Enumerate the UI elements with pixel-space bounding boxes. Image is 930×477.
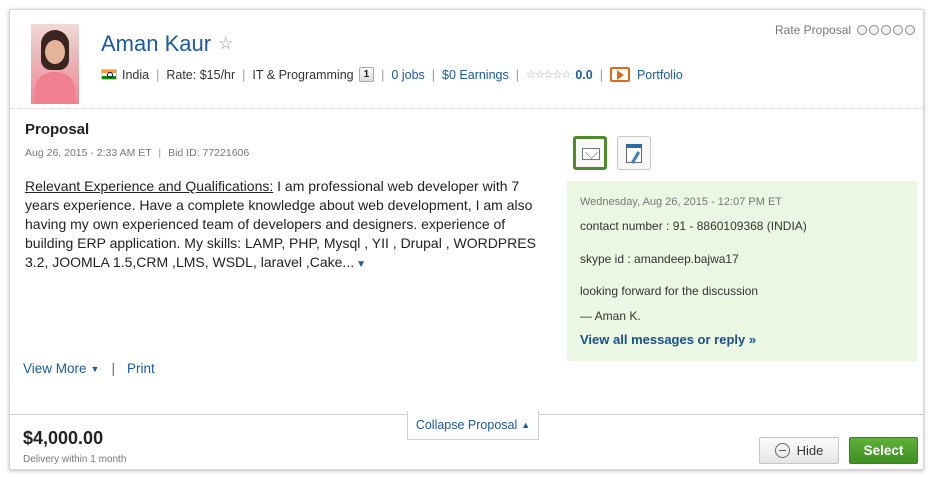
rate-proposal-circles[interactable]	[857, 25, 916, 35]
bid-amount: $4,000.00	[23, 428, 104, 448]
view-more-link[interactable]: View More	[23, 361, 87, 376]
category: IT & Programming	[252, 67, 354, 82]
message-date: Wednesday, Aug 26, 2015 - 12:07 PM ET	[580, 196, 782, 208]
freelancer-avatar[interactable]	[31, 24, 79, 104]
hide-button[interactable]: Hide	[759, 437, 839, 464]
rate-proposal-label: Rate Proposal	[775, 23, 852, 37]
collapse-proposal-button[interactable]: Collapse Proposal ▲	[407, 411, 539, 440]
hide-label: Hide	[796, 443, 824, 458]
country: India	[122, 67, 150, 82]
rate-circle-1[interactable]	[857, 25, 868, 35]
portfolio-icon[interactable]	[609, 67, 630, 82]
rate-circle-3[interactable]	[881, 25, 892, 35]
collapse-proposal-label: Collapse Proposal	[415, 418, 518, 432]
rating-score: 0.0	[575, 67, 593, 82]
view-all-messages-link[interactable]: View all messages or reply »	[580, 332, 756, 347]
proposal-date-line: Aug 26, 2015 - 2:33 AM ET | Bid ID: 7722…	[25, 147, 250, 159]
india-flag-icon	[101, 69, 117, 80]
print-link[interactable]: Print	[127, 361, 155, 376]
rating-stars-icon: ☆☆☆☆☆	[526, 69, 571, 81]
category-badge: 1	[358, 67, 375, 82]
delivery-time: Delivery within 1 month	[23, 454, 127, 465]
notes-button[interactable]	[617, 136, 651, 170]
rate-circle-5[interactable]	[905, 25, 916, 35]
notepad-icon	[626, 144, 642, 163]
minus-circle-icon	[774, 443, 790, 458]
header-divider	[10, 108, 923, 109]
jobs-link[interactable]: 0 jobs	[391, 68, 424, 82]
select-button[interactable]: Select	[849, 437, 918, 464]
rate-proposal: Rate Proposal	[775, 23, 916, 37]
message-signature: — Aman K.	[580, 309, 641, 323]
proposal-title: Proposal	[25, 121, 90, 138]
cover-heading: Relevant Experience and Qualifications:	[25, 178, 274, 194]
freelancer-meta: India | Rate: $15/hr | IT & Programming …	[101, 67, 683, 82]
proposal-date: Aug 26, 2015 - 2:33 AM ET	[25, 147, 152, 159]
chevron-up-icon: ▲	[521, 420, 531, 430]
portfolio-link[interactable]: Portfolio	[637, 68, 683, 82]
hourly-rate: Rate: $15/hr	[166, 67, 236, 82]
cover-letter: Relevant Experience and Qualifications: …	[25, 177, 542, 274]
bid-id: Bid ID: 77221606	[168, 147, 250, 159]
message-line: looking forward for the discussion	[580, 284, 759, 298]
rate-circle-4[interactable]	[893, 25, 904, 35]
message-line: skype id : amandeep.bajwa17	[580, 252, 739, 266]
earnings-link[interactable]: $0 Earnings	[442, 68, 509, 82]
proposal-card: Aman Kaur ☆ India | Rate: $15/hr | IT & …	[9, 9, 924, 470]
chevron-down-icon[interactable]: ▼	[91, 364, 100, 374]
proposal-links: View More ▼ | Print	[23, 361, 155, 376]
expand-text-icon[interactable]: ▼	[356, 259, 366, 270]
message-panel: Wednesday, Aug 26, 2015 - 12:07 PM ET co…	[567, 181, 917, 361]
freelancer-name[interactable]: Aman Kaur	[101, 31, 211, 57]
envelope-icon	[582, 148, 600, 160]
favorite-star-icon[interactable]: ☆	[218, 34, 233, 54]
message-line: contact number : 91 - 8860109368 (INDIA)	[580, 219, 807, 233]
message-button[interactable]	[573, 136, 607, 170]
rate-circle-2[interactable]	[869, 25, 880, 35]
